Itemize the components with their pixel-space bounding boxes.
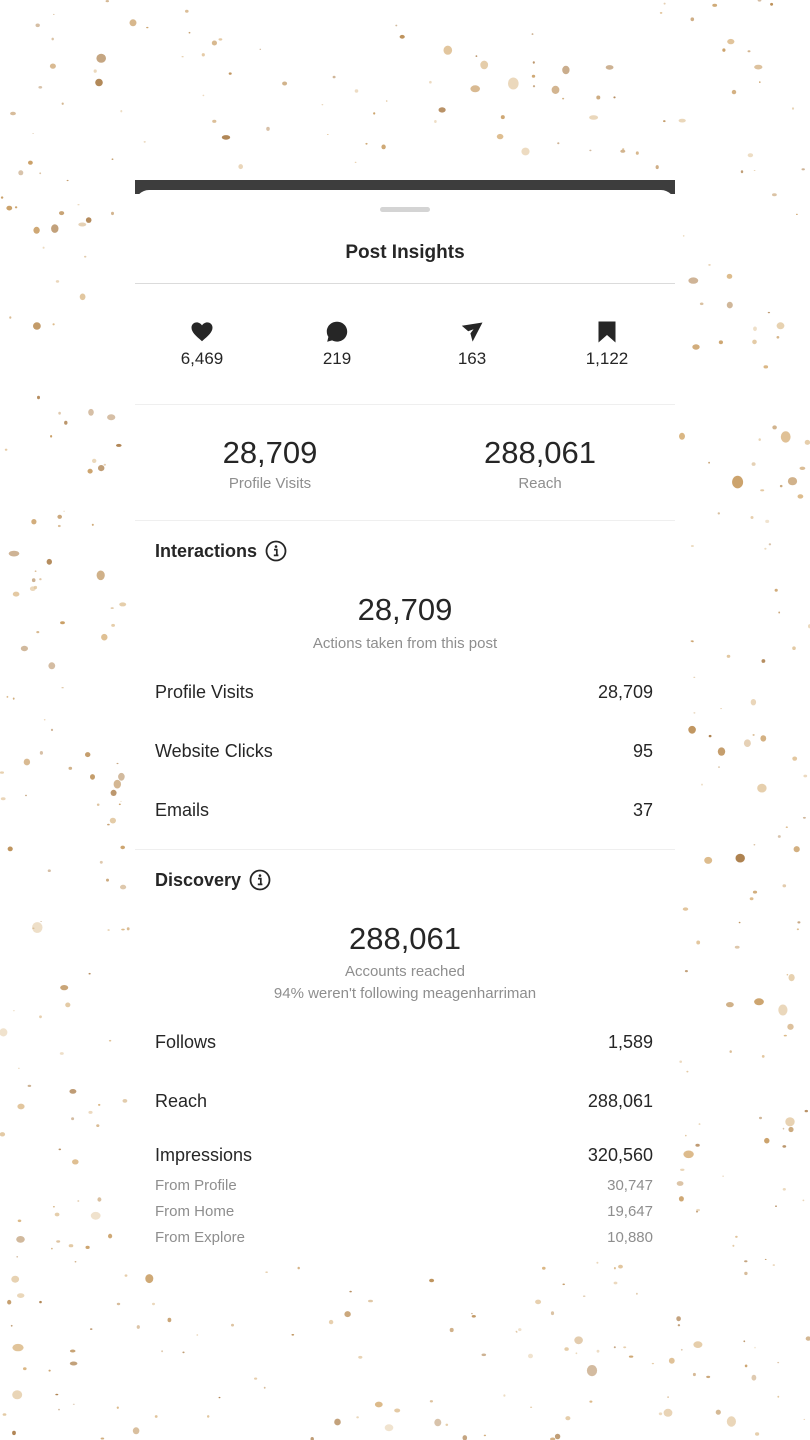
interactions-title-text: Interactions (155, 540, 258, 561)
list-item: Follows 1,589 (155, 1032, 653, 1053)
list-item: Emails 37 (155, 800, 653, 821)
row-value: 320,560 (587, 1145, 653, 1165)
comments-count: 219 (322, 349, 352, 368)
bookmark-icon (598, 321, 616, 343)
share-icon (461, 322, 483, 342)
insights-sheet: Post Insights 6,469 219 163 1,122 28,709… (135, 190, 675, 1260)
discovery-caption-followers: 94% weren't following meagenharriman (273, 985, 537, 1002)
info-icon[interactable] (265, 540, 287, 562)
row-value: 1,589 (607, 1032, 653, 1052)
row-label: Reach (155, 1091, 208, 1111)
list-item: From Explore 10,880 (155, 1229, 653, 1246)
shares-count: 163 (457, 349, 487, 368)
header-divider (135, 283, 675, 284)
interactions-total: 28,709 (357, 592, 453, 627)
list-item: Profile Visits 28,709 (155, 682, 653, 703)
engagement-divider (135, 404, 675, 405)
row-value: 288,061 (587, 1091, 653, 1111)
list-item: Website Clicks 95 (155, 741, 653, 762)
row-label: Profile Visits (155, 682, 254, 702)
list-item: From Home 19,647 (155, 1203, 653, 1220)
post-insights-panel: Post Insights 6,469 219 163 1,122 28,709… (135, 180, 675, 1260)
discovery-title-text: Discovery (155, 869, 242, 890)
interactions-section-title: Interactions (155, 540, 287, 562)
interactions-caption: Actions taken from this post (312, 635, 498, 652)
discovery-total: 288,061 (348, 921, 462, 956)
saves-stat: 1,122 (540, 320, 674, 369)
row-label: From Home (155, 1203, 235, 1220)
heart-icon (191, 322, 213, 342)
row-value: 30,747 (607, 1177, 653, 1194)
profile-visits-total: 28,709 (222, 435, 318, 470)
summary-divider (135, 520, 675, 521)
row-label: From Explore (155, 1229, 246, 1246)
sheet-grabber-handle[interactable] (380, 207, 430, 212)
list-item: Impressions 320,560 (155, 1145, 653, 1166)
discovery-caption: Accounts reached (344, 963, 466, 980)
row-value: 19,647 (607, 1203, 653, 1220)
row-label: Website Clicks (155, 741, 273, 761)
saves-count: 1,122 (585, 349, 629, 368)
discovery-section-title: Discovery (155, 869, 271, 891)
list-item: From Profile 30,747 (155, 1177, 653, 1194)
row-value: 95 (632, 741, 653, 761)
row-label: Emails (155, 800, 210, 820)
list-item: Reach 288,061 (155, 1091, 653, 1112)
profile-visits-label: Profile Visits (228, 475, 312, 492)
shares-stat: 163 (405, 320, 539, 369)
row-value: 37 (632, 800, 653, 820)
page-title: Post Insights (345, 242, 465, 263)
row-label: From Profile (155, 1177, 237, 1194)
row-value: 28,709 (597, 682, 653, 702)
row-label: Impressions (155, 1145, 253, 1165)
row-label: Follows (155, 1032, 217, 1052)
comment-icon (326, 321, 348, 342)
interactions-divider (135, 849, 675, 850)
row-value: 10,880 (607, 1229, 653, 1246)
reach-total: 288,061 (483, 435, 597, 470)
comments-stat: 219 (270, 320, 404, 369)
info-icon[interactable] (249, 869, 271, 891)
reach-label: Reach (518, 475, 562, 492)
likes-stat: 6,469 (135, 320, 269, 369)
likes-count: 6,469 (180, 349, 224, 368)
